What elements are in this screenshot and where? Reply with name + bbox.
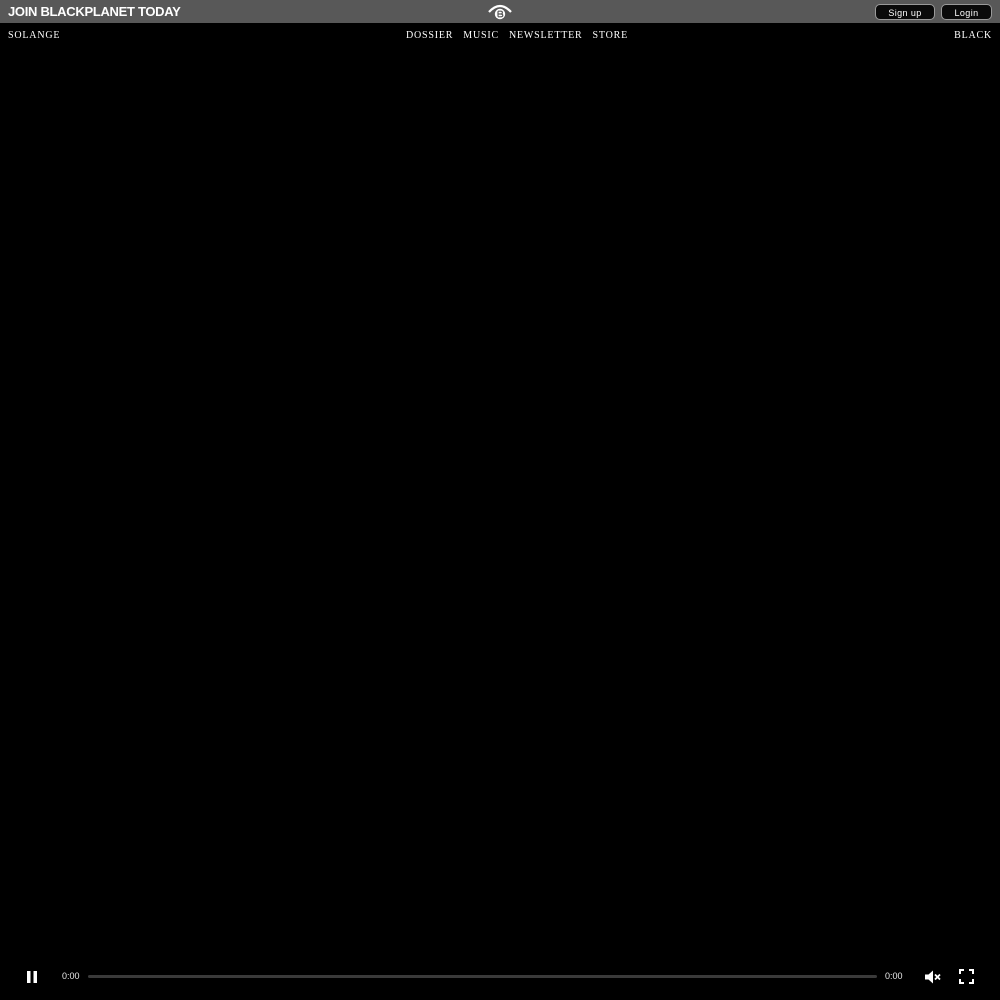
progress-bar[interactable] — [88, 975, 877, 978]
nav-link-music[interactable]: MUSIC — [463, 30, 499, 41]
top-bar: JOIN BLACKPLANET TODAY Sign up Login — [0, 0, 1000, 23]
site-nav: SOLANGE DOSSIER MUSIC NEWSLETTER STORE B… — [0, 23, 1000, 47]
mute-icon[interactable] — [924, 969, 942, 985]
pause-icon[interactable] — [25, 970, 39, 984]
fullscreen-icon[interactable] — [959, 969, 974, 984]
blackplanet-logo-icon[interactable] — [487, 2, 513, 22]
video-controls: 0:00 0:00 — [0, 960, 1000, 994]
join-blackplanet-text[interactable]: JOIN BLACKPLANET TODAY — [8, 4, 181, 19]
nav-link-store[interactable]: STORE — [593, 30, 629, 41]
video-player[interactable] — [0, 47, 1000, 1000]
site-title-solange[interactable]: SOLANGE — [8, 30, 60, 41]
duration-time: 0:00 — [885, 971, 903, 981]
login-button[interactable]: Login — [941, 4, 992, 20]
nav-links: DOSSIER MUSIC NEWSLETTER STORE — [406, 30, 628, 41]
nav-link-newsletter[interactable]: NEWSLETTER — [509, 30, 583, 41]
current-time: 0:00 — [62, 971, 80, 981]
sign-up-button[interactable]: Sign up — [875, 4, 935, 20]
nav-link-dossier[interactable]: DOSSIER — [406, 30, 453, 41]
nav-link-black[interactable]: BLACK — [954, 30, 992, 41]
